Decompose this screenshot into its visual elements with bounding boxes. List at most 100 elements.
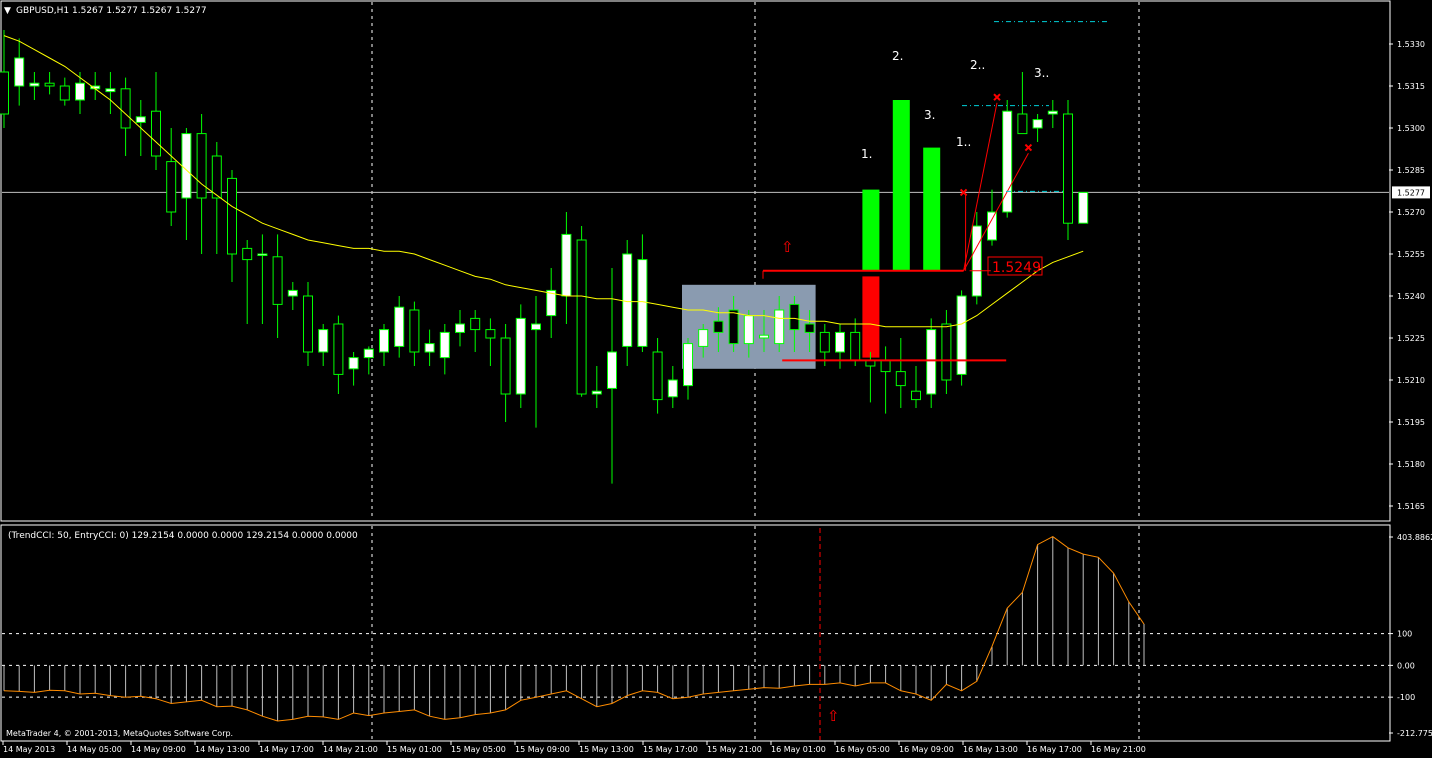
price-tick-label: 1.5210 [1397, 376, 1425, 385]
time-tick-label: 15 May 17:00 [643, 745, 698, 754]
cci-histogram [3, 536, 1145, 721]
candle-body [257, 253, 268, 256]
candle-body [379, 329, 389, 353]
time-tick-label: 16 May 01:00 [771, 745, 826, 754]
candle-body [683, 343, 693, 387]
candle-body [151, 110, 161, 157]
candle-body [181, 133, 192, 199]
candle-body [227, 177, 237, 255]
signal-bars [862, 100, 941, 358]
candle-body [287, 289, 298, 297]
candle-body [911, 390, 921, 401]
time-tick-label: 14 May 17:00 [259, 745, 314, 754]
candle-body [850, 331, 861, 361]
cross-marker [993, 93, 1001, 101]
candle-body [44, 82, 55, 87]
up-arrow-icon: ⇧ [781, 238, 794, 256]
signal-bar-green [923, 147, 941, 271]
time-tick-label: 15 May 13:00 [579, 745, 634, 754]
candle-body [120, 88, 131, 129]
price-tick-label: 1.5315 [1397, 82, 1425, 91]
time-tick-label: 15 May 05:00 [451, 745, 506, 754]
chart-canvas: 1.5330 1.5315 1.5300 1.5285 1.5270 1.5255 1.52… [0, 0, 1432, 754]
candle-body [652, 351, 663, 401]
price-tick-label: 1.5195 [1397, 418, 1425, 427]
candle-body [561, 233, 572, 297]
candle-body [409, 309, 420, 353]
candle-body [728, 309, 739, 345]
candle-body [1047, 110, 1058, 115]
candle-body [135, 116, 146, 123]
candle-body [14, 57, 25, 87]
candle-body [29, 82, 40, 87]
label-point-3: 3.. [1034, 66, 1049, 80]
time-tick-label: 15 May 09:00 [515, 745, 570, 754]
symbol-dropdown-icon[interactable]: ▼ [4, 6, 11, 16]
candle-body [242, 247, 253, 261]
candle-body [470, 317, 481, 331]
time-tick-label: 15 May 21:00 [707, 745, 762, 754]
cci-tick-label: 403.8862 [1397, 533, 1432, 542]
signal-bar-red [862, 276, 880, 358]
candle-body [439, 331, 450, 359]
candle-body [622, 253, 633, 347]
candle-body [303, 295, 313, 353]
candle-body [75, 82, 85, 101]
candle-body [348, 357, 359, 370]
time-tick-label: 15 May 01:00 [387, 745, 442, 754]
signal-bar-green [892, 100, 910, 271]
candle-body [698, 329, 709, 347]
candle-body [667, 379, 678, 398]
indicator-info: (TrendCCI: 50, EntryCCI: 0) 129.2154 0.0… [8, 531, 358, 541]
candle-body [59, 85, 70, 101]
candle-body [1032, 119, 1043, 129]
candle-body [1063, 113, 1073, 224]
main-chart-frame [0, 0, 1391, 522]
label-bar-2: 2. [892, 49, 903, 63]
candle-body [637, 259, 648, 347]
cci-tick-label: -212.775 [1397, 729, 1432, 738]
price-tick-label: 1.5300 [1397, 124, 1425, 133]
candle-body [394, 306, 405, 347]
candle-body [0, 71, 9, 115]
time-tick-label: 16 May 09:00 [899, 745, 954, 754]
time-tick-label: 16 May 21:00 [1091, 745, 1146, 754]
up-arrow-icon: ⇧ [827, 707, 840, 725]
cci-tick-label: -100 [1397, 693, 1415, 702]
time-tick-label: 14 May 21:00 [323, 745, 378, 754]
candle-body [895, 371, 906, 387]
time-tick-label: 14 May 13:00 [195, 745, 250, 754]
cross-marker [1024, 143, 1033, 152]
candle-body [819, 331, 830, 353]
candle-body [166, 161, 177, 213]
time-tick-label: 14 May 2013 [3, 745, 55, 754]
time-tick-label: 16 May 13:00 [963, 745, 1018, 754]
time-tick-label: 14 May 05:00 [67, 745, 122, 754]
price-tick-label: 1.5180 [1397, 460, 1425, 469]
copyright-label: MetaTrader 4, © 2001-2013, MetaQuotes So… [6, 729, 233, 738]
grid-lines [2, 2, 1389, 740]
signal-bar-green [862, 189, 880, 271]
candle-body [333, 323, 344, 375]
candle-body [211, 155, 222, 199]
time-tick-label: 16 May 05:00 [835, 745, 890, 754]
candle-body [196, 133, 207, 199]
cci-tick-label: 100 [1397, 630, 1412, 639]
candle-body [774, 309, 785, 345]
candle-body [607, 351, 617, 389]
candle-body [956, 295, 967, 375]
candle-body [105, 88, 116, 93]
candle-body [455, 323, 465, 333]
candle-body [515, 317, 526, 395]
label-point-1: 1.. [956, 135, 971, 149]
candle-body [318, 329, 329, 353]
price-tick-label: 1.5285 [1397, 166, 1425, 175]
candle-body [759, 334, 769, 339]
trend-line [963, 152, 1029, 272]
candle-body [531, 323, 541, 331]
price-tick-label: 1.5240 [1397, 292, 1425, 301]
candle-body [272, 256, 283, 305]
candle-body [743, 315, 754, 345]
candle-body [424, 343, 435, 353]
candle-body [591, 390, 602, 395]
